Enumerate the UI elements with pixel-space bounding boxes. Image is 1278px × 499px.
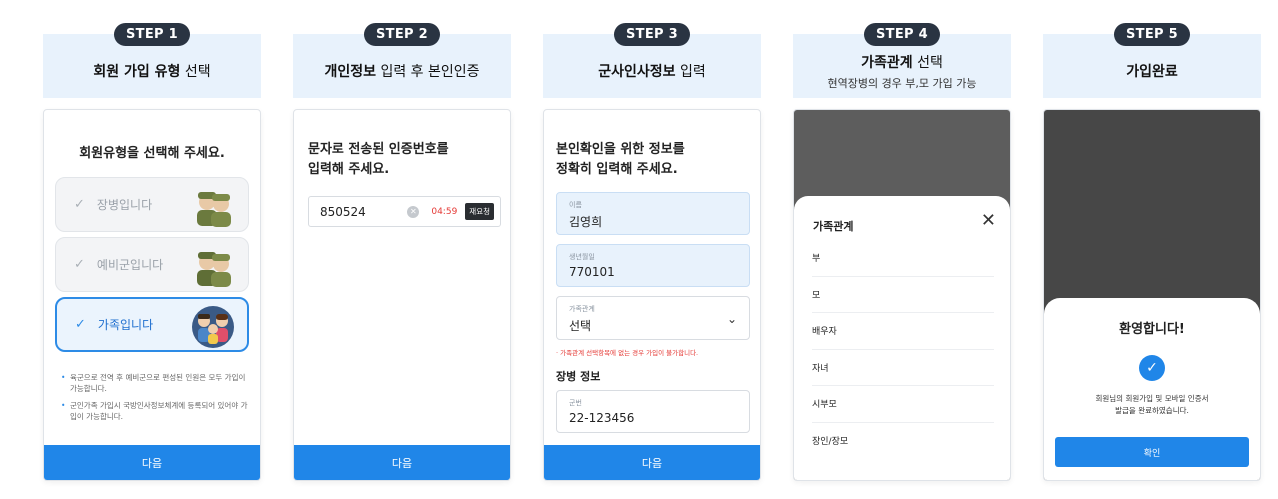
clear-icon[interactable]: ✕: [407, 205, 420, 218]
countdown-timer: 04:59: [431, 206, 458, 217]
step-badge: STEP 1: [113, 23, 191, 46]
step-title: 군사인사정보 입력: [598, 64, 706, 80]
step-badge: STEP 2: [363, 23, 441, 46]
screen-heading: 문자로 전송된 인증번호를 입력해 주세요.: [308, 142, 449, 177]
check-circle-icon: ✓: [1139, 355, 1165, 381]
relation-select[interactable]: 가족관계 선택 ⌄: [556, 296, 750, 340]
phone-screen: 가족관계 ✕ 부 모 배우자 자녀 시부모 장인/장모: [793, 109, 1011, 481]
check-icon: ✓: [74, 257, 85, 272]
field-value: 김영희: [569, 215, 603, 229]
step-5-column: STEP 5 가입완료 환영합니다! ✓ 회원님의 회원가입 및 모바일 인증서…: [1043, 0, 1261, 499]
field-value: 22-123456: [569, 411, 635, 425]
member-type-label: 예비군입니다: [96, 258, 164, 272]
relation-option[interactable]: 모: [812, 277, 994, 313]
warning-text: · 가족관계 선택항목에 없는 경우 가입이 불가합니다.: [556, 349, 699, 357]
verification-code-value: 850524: [320, 204, 366, 219]
birthdate-field[interactable]: 생년월일 770101: [556, 244, 750, 287]
next-button[interactable]: 다음: [44, 445, 260, 480]
step-2-column: STEP 2 개인정보 입력 후 본인인증 문자로 전송된 인증번호를 입력해 …: [293, 0, 511, 499]
confirm-button[interactable]: 확인: [1055, 437, 1249, 467]
relation-option[interactable]: 부: [812, 240, 994, 277]
field-label: 군번: [569, 399, 582, 407]
relation-bottom-sheet: 가족관계 ✕ 부 모 배우자 자녀 시부모 장인/장모: [794, 196, 1010, 480]
field-label: 가족관계: [569, 305, 595, 313]
step-title: 가입완료: [1126, 64, 1178, 80]
step-badge: STEP 3: [613, 23, 691, 46]
step-badge: STEP 4: [863, 23, 941, 46]
sheet-title: 가족관계: [813, 220, 854, 233]
notice-list: 육군으로 전역 후 예비군으로 편성된 인원은 모두 가입이 가능합니다. 군인…: [61, 372, 249, 428]
name-field[interactable]: 이름 김영희: [556, 192, 750, 235]
completion-modal: 환영합니다! ✓ 회원님의 회원가입 및 모바일 인증서 발급을 완료하였습니다…: [1044, 298, 1260, 480]
phone-screen: 본인확인을 위한 정보를 정확히 입력해 주세요. 이름 김영희 생년월일 77…: [543, 109, 761, 481]
check-icon: ✓: [74, 197, 85, 212]
member-type-soldier[interactable]: ✓ 장병입니다: [55, 177, 249, 232]
next-button[interactable]: 다음: [544, 445, 760, 480]
field-value: 770101: [569, 265, 615, 279]
step-badge: STEP 5: [1113, 23, 1191, 46]
modal-message: 회원님의 회원가입 및 모바일 인증서 발급을 완료하였습니다.: [1095, 394, 1209, 415]
step-title: 회원 가입 유형 선택: [93, 64, 211, 80]
phone-screen: 환영합니다! ✓ 회원님의 회원가입 및 모바일 인증서 발급을 완료하였습니다…: [1043, 109, 1261, 481]
relation-option[interactable]: 배우자: [812, 313, 994, 350]
member-type-reservist[interactable]: ✓ 예비군입니다: [55, 237, 249, 292]
member-type-family[interactable]: ✓ 가족입니다: [55, 297, 249, 352]
relation-option[interactable]: 시부모: [812, 386, 994, 423]
step-1-column: STEP 1 회원 가입 유형 선택 회원유형을 선택해 주세요. ✓ 장병입니…: [43, 0, 261, 499]
service-number-field[interactable]: 군번 22-123456: [556, 390, 750, 433]
notice-item: 육군으로 전역 후 예비군으로 편성된 인원은 모두 가입이 가능합니다.: [61, 372, 249, 394]
modal-title: 환영합니다!: [1119, 322, 1185, 337]
step-subtitle: 현역장병의 경우 부,모 가입 가능: [827, 76, 977, 90]
check-icon: ✓: [75, 317, 86, 332]
member-type-label: 가족입니다: [97, 318, 154, 332]
soldier-avatar-icon: [197, 192, 231, 227]
step-4-column: STEP 4 가족관계 선택 현역장병의 경우 부,모 가입 가능 가족관계 ✕…: [793, 0, 1011, 499]
family-avatar-icon: [192, 306, 234, 348]
notice-item: 군인가족 가입시 국방인사정보체계에 등록되어 있어야 가입이 가능합니다.: [61, 400, 249, 422]
reservist-avatar-icon: [197, 252, 231, 287]
close-icon[interactable]: ✕: [981, 211, 996, 231]
verification-code-input[interactable]: 850524 ✕ 04:59 재요청: [308, 196, 501, 227]
step-3-column: STEP 3 군사인사정보 입력 본인확인을 위한 정보를 정확히 입력해 주세…: [543, 0, 761, 499]
relation-option[interactable]: 장인/장모: [812, 423, 994, 460]
field-label: 이름: [569, 201, 582, 209]
phone-screen: 문자로 전송된 인증번호를 입력해 주세요. 850524 ✕ 04:59 재요…: [293, 109, 511, 481]
screen-heading: 본인확인을 위한 정보를 정확히 입력해 주세요.: [556, 142, 685, 177]
phone-screen: 회원유형을 선택해 주세요. ✓ 장병입니다 ✓ 예비군입니다 ✓ 가족입니다 …: [43, 109, 261, 481]
screen-heading: 회원유형을 선택해 주세요.: [79, 146, 225, 161]
relation-option[interactable]: 자녀: [812, 350, 994, 386]
resend-button[interactable]: 재요청: [465, 203, 494, 220]
field-label: 생년월일: [569, 253, 595, 261]
next-button[interactable]: 다음: [294, 445, 510, 480]
member-type-label: 장병입니다: [96, 198, 153, 212]
section-title: 장병 정보: [556, 370, 601, 383]
relation-option-list: 부 모 배우자 자녀 시부모 장인/장모: [812, 240, 994, 459]
chevron-down-icon: ⌄: [726, 312, 737, 326]
field-value: 선택: [569, 319, 592, 333]
step-title: 가족관계 선택: [861, 54, 943, 71]
step-title: 개인정보 입력 후 본인인증: [324, 64, 480, 80]
